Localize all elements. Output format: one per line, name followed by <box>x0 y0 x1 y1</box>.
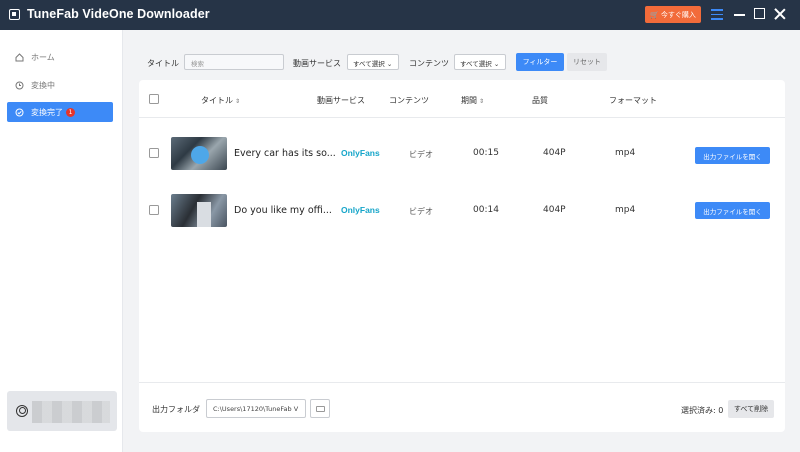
converted-list-panel: タイトル ⇕ 動画サービス コンテンツ 期間 ⇕ 品質 フォーマット Every c… <box>139 80 785 432</box>
chevron-down-icon: ⌄ <box>384 60 393 68</box>
service-filter-label: 動画サービス <box>293 59 341 68</box>
service-logo: OnlyFans <box>341 148 380 158</box>
header-format: フォーマット <box>609 96 657 105</box>
video-title: Do you like my offi... <box>234 205 332 216</box>
app-logo-icon <box>9 9 20 20</box>
sort-icon: ⇕ <box>235 98 241 105</box>
folder-icon <box>316 406 325 412</box>
content-filter-label: コンテンツ <box>409 59 449 68</box>
content-select-value: すべて選択 <box>460 60 492 68</box>
menu-icon[interactable] <box>711 9 723 20</box>
table-row: Every car has its so... OnlyFans ビデオ 00:… <box>139 137 785 177</box>
user-icon <box>16 405 28 417</box>
buy-now-button[interactable]: 🛒 今すぐ購入 <box>645 6 701 23</box>
blurred-user-name <box>32 401 110 423</box>
video-title: Every car has its so... <box>234 148 336 159</box>
row-checkbox[interactable] <box>149 205 159 215</box>
service-logo: OnlyFans <box>341 205 380 215</box>
quality: 404P <box>543 205 566 215</box>
selected-count: 選択済み: 0 <box>681 406 724 415</box>
open-output-file-button[interactable]: 出力ファイルを開く <box>695 202 770 219</box>
sort-icon: ⇕ <box>479 98 485 105</box>
browse-folder-button[interactable] <box>310 399 330 418</box>
content-type: ビデオ <box>409 150 433 159</box>
chevron-down-icon: ⌄ <box>491 60 500 68</box>
footer-divider <box>139 382 785 383</box>
format: mp4 <box>615 205 636 215</box>
header-quality: 品質 <box>532 96 548 105</box>
video-thumbnail <box>171 137 227 170</box>
duration: 00:15 <box>473 148 499 158</box>
close-button[interactable] <box>774 8 786 20</box>
sidebar-item-label: 変換完了 <box>31 107 63 117</box>
header-title-label: タイトル <box>201 96 233 105</box>
check-circle-icon <box>15 108 24 117</box>
sidebar-item-label: ホーム <box>31 52 55 62</box>
output-folder-label: 出力フォルダ <box>152 405 200 414</box>
title-bar: TuneFab VideOne Downloader 🛒 今すぐ購入 <box>0 0 800 30</box>
content-select[interactable]: すべて選択 ⌄ <box>454 54 506 70</box>
user-account-box[interactable] <box>7 391 117 431</box>
sidebar-item-home[interactable]: ホーム <box>7 47 113 67</box>
service-select[interactable]: すべて選択 ⌄ <box>347 54 399 70</box>
cart-icon: 🛒 <box>650 10 659 19</box>
header-title[interactable]: タイトル ⇕ <box>201 95 240 106</box>
select-all-checkbox[interactable] <box>149 94 159 104</box>
service-select-value: すべて選択 <box>353 60 385 68</box>
video-thumbnail <box>171 194 227 227</box>
header-service: 動画サービス <box>317 96 365 105</box>
notification-badge: 1 <box>66 107 75 117</box>
minimize-button[interactable] <box>734 8 746 20</box>
home-icon <box>15 52 24 62</box>
buy-now-label: 今すぐ購入 <box>660 10 696 19</box>
row-checkbox[interactable] <box>149 148 159 158</box>
delete-all-button[interactable]: すべて削除 <box>728 400 774 418</box>
title-search-input[interactable]: 検索 <box>184 54 284 70</box>
quality: 404P <box>543 148 566 158</box>
reset-button[interactable]: リセット <box>567 53 607 71</box>
output-folder-path[interactable]: C:\Users\17120\TuneFab V <box>206 399 306 418</box>
duration: 00:14 <box>473 205 499 215</box>
open-output-file-button[interactable]: 出力ファイルを開く <box>695 147 770 164</box>
clock-icon <box>15 81 24 90</box>
header-duration[interactable]: 期間 ⇕ <box>461 95 484 106</box>
sidebar-item-completed[interactable]: 変換完了 1 <box>7 102 113 122</box>
table-header: タイトル ⇕ 動画サービス コンテンツ 期間 ⇕ 品質 フォーマット <box>139 80 785 118</box>
header-content: コンテンツ <box>389 96 429 105</box>
sidebar: ホーム 変換中 変換完了 1 <box>0 30 123 452</box>
format: mp4 <box>615 148 636 158</box>
header-duration-label: 期間 <box>461 96 477 105</box>
sidebar-item-label: 変換中 <box>31 80 55 90</box>
title-filter-label: タイトル <box>147 59 179 68</box>
table-row: Do you like my offi... OnlyFans ビデオ 00:1… <box>139 194 785 234</box>
app-title: TuneFab VideOne Downloader <box>27 7 210 21</box>
content-type: ビデオ <box>409 207 433 216</box>
filter-button[interactable]: フィルター <box>516 53 564 71</box>
sidebar-item-converting[interactable]: 変換中 <box>7 75 113 95</box>
maximize-button[interactable] <box>754 8 765 19</box>
